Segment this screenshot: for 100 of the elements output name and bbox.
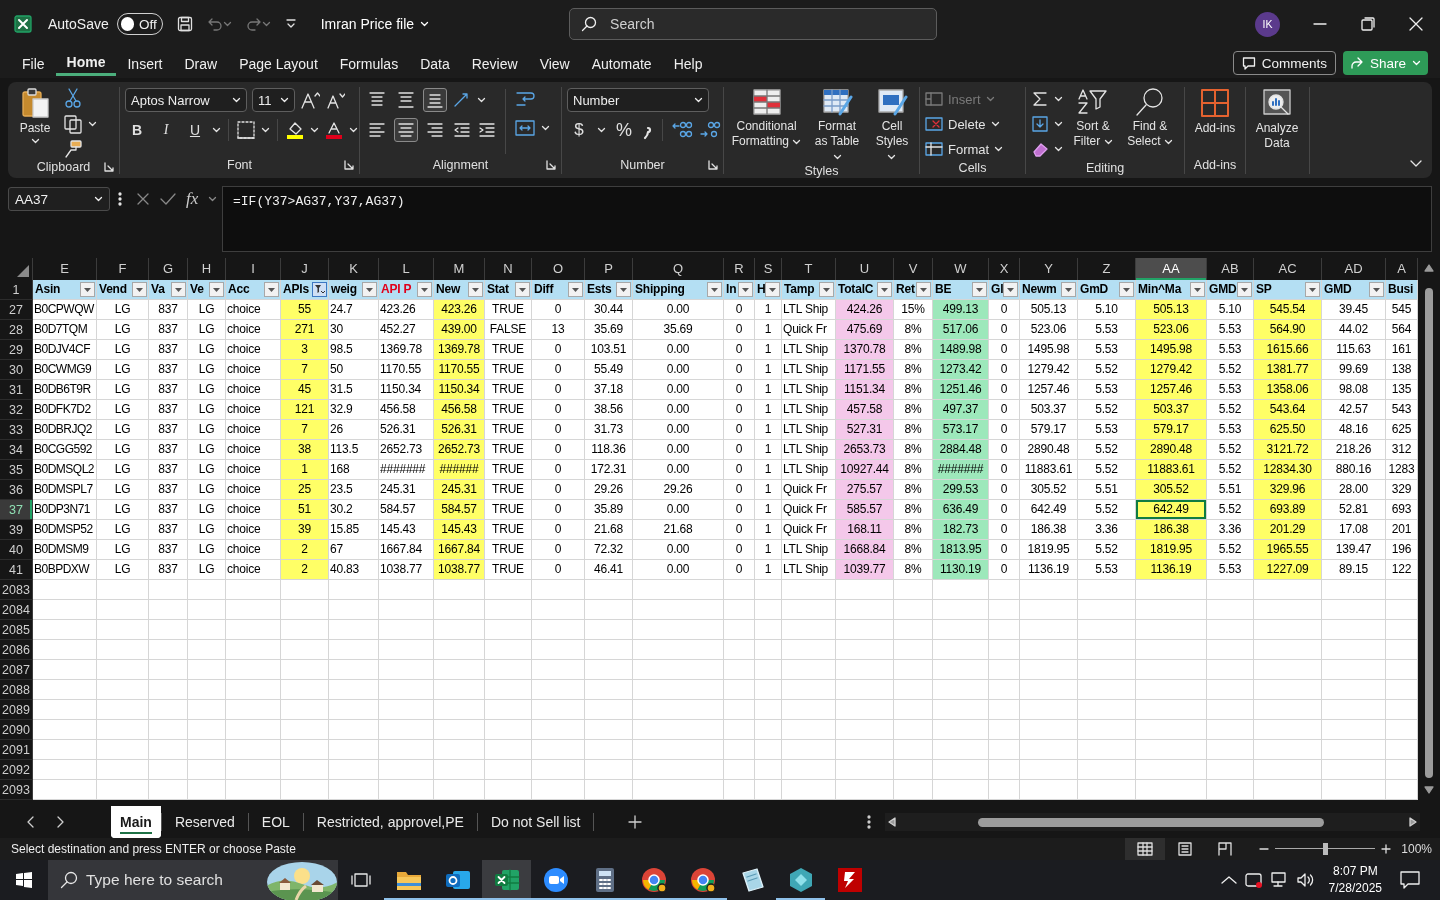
table-cell[interactable] xyxy=(1020,780,1078,800)
table-cell[interactable] xyxy=(1078,660,1136,680)
paste-button[interactable]: Paste xyxy=(13,87,57,144)
table-cell[interactable] xyxy=(1254,600,1322,620)
table-cell[interactable] xyxy=(894,780,933,800)
shrink-font-icon[interactable] xyxy=(325,91,345,109)
table-cell[interactable] xyxy=(532,580,585,600)
table-cell[interactable] xyxy=(782,620,836,640)
table-cell[interactable] xyxy=(836,740,894,760)
table-cell[interactable] xyxy=(1207,780,1254,800)
table-cell[interactable] xyxy=(1386,620,1418,640)
table-cell[interactable] xyxy=(532,640,585,660)
table-cell[interactable] xyxy=(226,700,281,720)
table-cell[interactable] xyxy=(532,720,585,740)
table-cell[interactable] xyxy=(585,580,633,600)
table-cell[interactable] xyxy=(226,720,281,740)
sheet-tab[interactable]: Main xyxy=(111,806,161,838)
save-icon[interactable] xyxy=(176,16,193,32)
table-cell[interactable] xyxy=(379,780,434,800)
decrease-indent-icon[interactable] xyxy=(452,120,472,140)
table-cell[interactable] xyxy=(1207,760,1254,780)
table-cell[interactable] xyxy=(1136,700,1207,720)
menu-tab[interactable]: File xyxy=(11,48,56,76)
menu-tab[interactable]: Data xyxy=(409,48,461,76)
table-cell[interactable] xyxy=(633,740,724,760)
table-cell[interactable] xyxy=(755,580,782,600)
table-cell[interactable] xyxy=(633,600,724,620)
customize-icon[interactable] xyxy=(284,18,297,30)
filter-button[interactable] xyxy=(80,282,95,297)
app-logo-icon[interactable] xyxy=(14,15,32,33)
table-cell[interactable] xyxy=(724,780,755,800)
table-cell[interactable] xyxy=(379,720,434,740)
table-cell[interactable] xyxy=(97,640,149,660)
filter-button[interactable] xyxy=(1003,282,1019,297)
fill-icon[interactable] xyxy=(1031,115,1049,133)
font-name-dropdown[interactable]: Aptos Narrow xyxy=(125,88,247,112)
filter-button[interactable] xyxy=(568,282,583,297)
table-cell[interactable] xyxy=(1078,680,1136,700)
table-cell[interactable] xyxy=(633,720,724,740)
filter-button[interactable] xyxy=(707,282,722,297)
font-color-icon[interactable] xyxy=(324,120,344,140)
table-cell[interactable] xyxy=(585,620,633,640)
table-cell[interactable] xyxy=(226,620,281,640)
decrease-decimal-icon[interactable] xyxy=(699,120,721,140)
table-cell[interactable] xyxy=(836,700,894,720)
table-cell[interactable] xyxy=(329,760,379,780)
table-cell[interactable] xyxy=(633,680,724,700)
table-cell[interactable] xyxy=(1136,600,1207,620)
table-cell[interactable] xyxy=(989,580,1020,600)
table-cell[interactable] xyxy=(836,600,894,620)
filter-button[interactable] xyxy=(1305,282,1320,297)
filter-button[interactable] xyxy=(209,282,224,297)
table-cell[interactable] xyxy=(724,660,755,680)
table-cell[interactable] xyxy=(836,620,894,640)
table-cell[interactable] xyxy=(933,780,989,800)
table-cell[interactable] xyxy=(724,640,755,660)
table-cell[interactable] xyxy=(379,640,434,660)
table-cell[interactable] xyxy=(933,640,989,660)
filter-button[interactable] xyxy=(132,282,147,297)
table-cell[interactable] xyxy=(226,680,281,700)
table-cell[interactable] xyxy=(1386,740,1418,760)
font-size-dropdown[interactable]: 11 xyxy=(252,88,295,112)
table-cell[interactable] xyxy=(1207,580,1254,600)
filter-button[interactable] xyxy=(264,282,279,297)
table-cell[interactable] xyxy=(188,680,226,700)
table-cell[interactable] xyxy=(989,740,1020,760)
menu-tab[interactable]: Page Layout xyxy=(228,48,329,76)
table-cell[interactable] xyxy=(188,620,226,640)
analyze-data-button[interactable]: Analyze Data xyxy=(1251,87,1303,151)
table-cell[interactable] xyxy=(149,580,188,600)
table-cell[interactable] xyxy=(97,720,149,740)
table-cell[interactable] xyxy=(724,740,755,760)
table-cell[interactable] xyxy=(1020,700,1078,720)
cancel-icon[interactable] xyxy=(136,192,150,206)
table-cell[interactable] xyxy=(755,740,782,760)
table-cell[interactable] xyxy=(485,640,532,660)
table-cell[interactable] xyxy=(485,680,532,700)
table-cell[interactable] xyxy=(1322,600,1386,620)
table-cell[interactable] xyxy=(226,600,281,620)
table-cell[interactable] xyxy=(989,600,1020,620)
table-cell[interactable] xyxy=(724,720,755,740)
table-cell[interactable] xyxy=(836,680,894,700)
table-cell[interactable] xyxy=(782,700,836,720)
table-cell[interactable] xyxy=(33,580,97,600)
table-cell[interactable] xyxy=(782,640,836,660)
table-cell[interactable] xyxy=(1136,720,1207,740)
table-cell[interactable] xyxy=(1254,780,1322,800)
table-cell[interactable] xyxy=(226,660,281,680)
table-cell[interactable] xyxy=(1207,720,1254,740)
table-cell[interactable] xyxy=(1078,740,1136,760)
borders-icon[interactable] xyxy=(236,120,256,140)
table-cell[interactable] xyxy=(989,680,1020,700)
dialog-launcher-icon[interactable] xyxy=(104,161,114,172)
table-cell[interactable] xyxy=(379,660,434,680)
table-cell[interactable] xyxy=(188,760,226,780)
table-cell[interactable] xyxy=(782,660,836,680)
network-icon[interactable] xyxy=(1270,872,1289,888)
table-cell[interactable] xyxy=(485,620,532,640)
increase-decimal-icon[interactable] xyxy=(671,120,693,140)
table-cell[interactable] xyxy=(532,740,585,760)
